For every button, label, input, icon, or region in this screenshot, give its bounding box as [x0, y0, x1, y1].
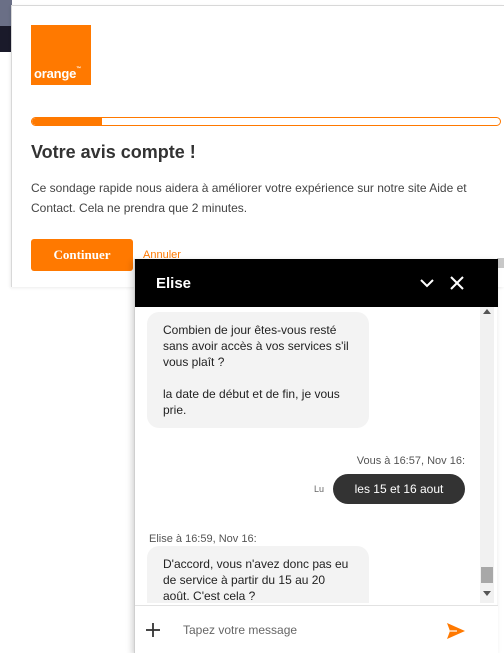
- survey-title: Votre avis compte !: [31, 142, 196, 162]
- chat-agent-name: Elise: [156, 275, 192, 292]
- agent-message: D'accord, vous n'avez donc pas eu de ser…: [147, 546, 369, 603]
- scroll-up-icon[interactable]: [483, 309, 491, 314]
- agent-message-text: la date de début et de fin, je vous prie…: [163, 387, 340, 417]
- chat-header: Elise: [135, 259, 498, 307]
- survey-progress-bar: [31, 117, 501, 126]
- minimize-button[interactable]: [415, 271, 439, 295]
- survey-description: Ce sondage rapide nous aidera à améliore…: [31, 181, 467, 215]
- logo-text: orange: [34, 66, 77, 81]
- user-message: les 15 et 16 aout: [333, 474, 465, 504]
- read-receipt: Lu: [314, 484, 325, 494]
- message-input[interactable]: [183, 620, 423, 640]
- page-corner-edge: [497, 258, 504, 268]
- attach-button[interactable]: [143, 620, 163, 640]
- user-message-meta: Vous à 16:57, Nov 16:: [356, 455, 465, 467]
- chat-scrollbar[interactable]: [480, 307, 494, 603]
- orange-logo: orange™: [31, 25, 91, 85]
- scroll-thumb[interactable]: [481, 567, 493, 583]
- scroll-down-icon[interactable]: [483, 591, 491, 596]
- send-button[interactable]: [445, 620, 467, 642]
- agent-message-meta: Elise à 16:59, Nov 16:: [149, 533, 257, 545]
- agent-message-text: D'accord, vous n'avez donc pas eu de ser…: [163, 557, 349, 603]
- plus-icon: [146, 623, 160, 637]
- agent-message-text: Combien de jour êtes-vous resté sans avo…: [163, 323, 349, 369]
- chevron-down-icon: [420, 278, 434, 287]
- send-icon: [447, 623, 465, 639]
- close-icon: [450, 276, 464, 290]
- logo-mark: ™: [76, 66, 81, 72]
- chat-input-bar: [135, 605, 498, 653]
- survey-progress-fill: [32, 118, 103, 125]
- chat-window: Elise Combien de jour êtes-vous resté sa…: [134, 259, 498, 653]
- continue-button[interactable]: Continuer: [31, 239, 133, 271]
- agent-message: Combien de jour êtes-vous resté sans avo…: [147, 312, 369, 428]
- survey-card: orange™ Votre avis compte ! Ce sondage r…: [11, 5, 504, 287]
- close-button[interactable]: [445, 271, 469, 295]
- chat-messages: Combien de jour êtes-vous resté sans avo…: [135, 307, 480, 603]
